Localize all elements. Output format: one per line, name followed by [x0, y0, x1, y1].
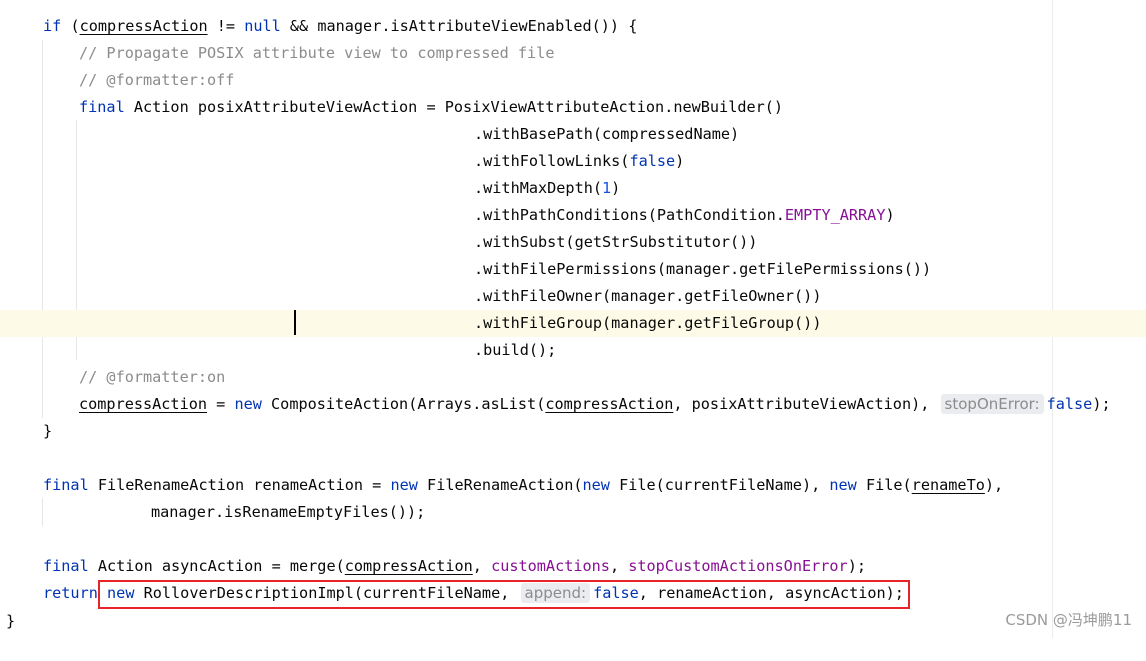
text-caret	[294, 310, 296, 335]
code-line[interactable]: .withMaxDepth(1)	[0, 175, 1146, 202]
highlight-box	[98, 580, 910, 609]
code-line[interactable]: // @formatter:on	[0, 364, 1146, 391]
watermark: CSDN @冯坤鹏11	[1005, 611, 1132, 629]
code-line[interactable]: final FileRenameAction renameAction = ne…	[0, 472, 1146, 499]
code-line[interactable]: // Propagate POSIX attribute view to com…	[0, 40, 1146, 67]
code-editor[interactable]: if (compressAction != null && manager.is…	[0, 0, 1146, 638]
code-line[interactable]: .withFilePermissions(manager.getFilePerm…	[0, 256, 1146, 283]
code-line[interactable]: manager.isRenameEmptyFiles());	[0, 499, 1146, 526]
code-line[interactable]: final Action posixAttributeViewAction = …	[0, 94, 1146, 121]
current-code-line[interactable]: .withFileGroup(manager.getFileGroup())	[0, 310, 1146, 337]
code-line[interactable]: if (compressAction != null && manager.is…	[0, 13, 1146, 40]
code-line[interactable]: .withBasePath(compressedName)	[0, 121, 1146, 148]
comment: // Propagate POSIX attribute view to com…	[79, 44, 555, 62]
parameter-hint: stopOnError:	[940, 394, 1044, 414]
comment: // @formatter:on	[79, 368, 226, 386]
comment: // @formatter:off	[79, 71, 235, 89]
code-line[interactable]: // @formatter:off	[0, 67, 1146, 94]
code-line[interactable]: compressAction = new CompositeAction(Arr…	[0, 391, 1146, 418]
code-line[interactable]: }	[0, 418, 1146, 445]
code-line[interactable]: .build();	[0, 337, 1146, 364]
code-line[interactable]: final Action asyncAction = merge(compres…	[0, 553, 1146, 580]
code-line[interactable]: .withFileOwner(manager.getFileOwner())	[0, 283, 1146, 310]
code-line[interactable]: .withPathConditions(PathCondition.EMPTY_…	[0, 202, 1146, 229]
code-line: }	[6, 612, 16, 630]
code-line[interactable]: .withFollowLinks(false)	[0, 148, 1146, 175]
code-line[interactable]: .withSubst(getStrSubstitutor())	[0, 229, 1146, 256]
keyword: if	[43, 17, 62, 35]
